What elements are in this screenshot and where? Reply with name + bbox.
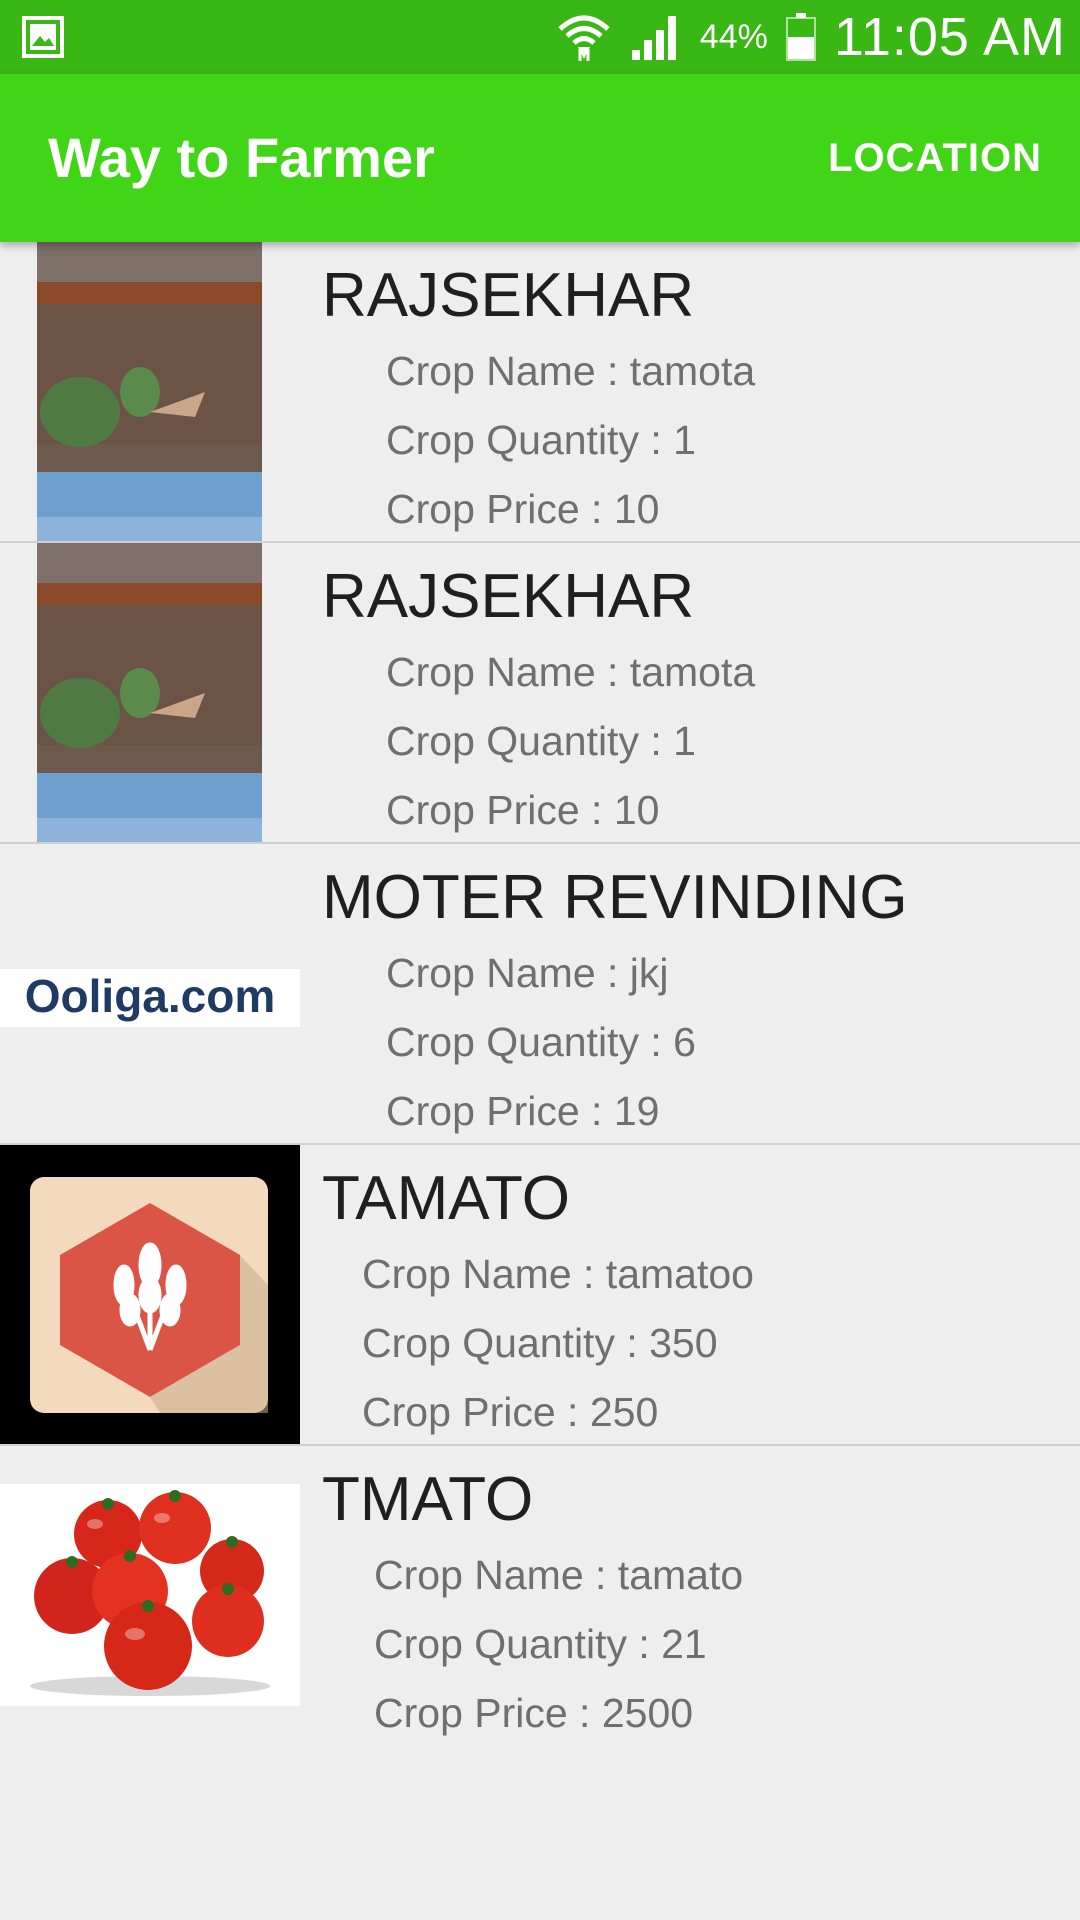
tomatoes-photo xyxy=(0,1446,300,1745)
battery-icon xyxy=(785,13,816,61)
app-bar: Way to Farmer LOCATION xyxy=(0,74,1080,242)
crop-photo xyxy=(0,543,300,842)
crop-photo xyxy=(0,242,300,541)
status-bar: 44% 11:05 AM xyxy=(0,0,1080,74)
ooliga-logo: Ooliga.com xyxy=(0,844,300,1143)
farmer-name: TAMATO xyxy=(322,1164,570,1233)
crop-price: Crop Price : 2500 xyxy=(374,1690,694,1736)
list-item[interactable]: Ooliga.com MOTER REVINDING Crop Name : j… xyxy=(0,844,1080,1145)
app-title: Way to Farmer xyxy=(48,126,435,189)
farmer-name: RAJSEKHAR xyxy=(322,562,695,631)
crop-quantity: Crop Quantity : 350 xyxy=(362,1320,718,1366)
crop-price: Crop Price : 10 xyxy=(386,486,660,532)
crop-name: Crop Name : tamato xyxy=(374,1552,744,1598)
wifi-icon xyxy=(558,15,610,61)
list-item[interactable]: TMATO Crop Name : tamato Crop Quantity :… xyxy=(0,1446,1080,1747)
clock: 11:05 AM xyxy=(833,7,1066,67)
list-item[interactable]: TAMATO Crop Name : tamatoo Crop Quantity… xyxy=(0,1145,1080,1446)
crop-quantity: Crop Quantity : 6 xyxy=(386,1019,696,1065)
crop-price: Crop Price : 19 xyxy=(386,1088,660,1134)
ooliga-logo-text: Ooliga.com xyxy=(25,970,275,1022)
gallery-notification-icon xyxy=(22,16,64,58)
farmer-name: TMATO xyxy=(322,1465,534,1534)
location-button[interactable]: LOCATION xyxy=(828,74,1042,242)
crop-name: Crop Name : tamota xyxy=(386,348,756,394)
list-item[interactable]: RAJSEKHAR Crop Name : tamota Crop Quanti… xyxy=(0,242,1080,543)
crop-name: Crop Name : tamota xyxy=(386,649,756,695)
crop-quantity: Crop Quantity : 1 xyxy=(386,417,696,463)
crop-price: Crop Price : 250 xyxy=(362,1389,659,1435)
battery-percent: 44% xyxy=(699,17,768,56)
farmer-name: RAJSEKHAR xyxy=(322,261,695,330)
wheat-app-icon xyxy=(0,1145,300,1444)
crop-quantity: Crop Quantity : 21 xyxy=(374,1621,707,1667)
crop-list: RAJSEKHAR Crop Name : tamota Crop Quanti… xyxy=(0,242,1080,1747)
signal-strength-icon xyxy=(631,16,676,60)
crop-name: Crop Name : tamatoo xyxy=(362,1251,754,1297)
crop-price: Crop Price : 10 xyxy=(386,787,660,833)
crop-quantity: Crop Quantity : 1 xyxy=(386,718,696,764)
list-item[interactable]: RAJSEKHAR Crop Name : tamota Crop Quanti… xyxy=(0,543,1080,844)
crop-name: Crop Name : jkj xyxy=(386,950,669,996)
farmer-name: MOTER REVINDING xyxy=(322,863,908,932)
